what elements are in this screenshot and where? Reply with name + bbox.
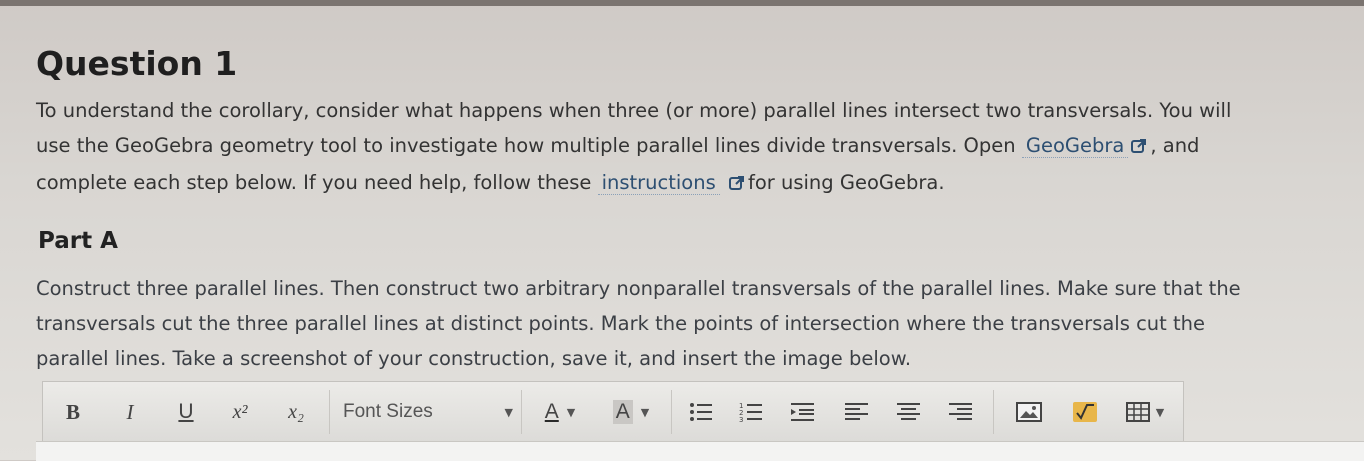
background-color-button[interactable]: A ▼ bbox=[603, 382, 659, 442]
part-a-title: Part A bbox=[38, 228, 118, 254]
intro-line-2: use the GeoGebra geometry tool to invest… bbox=[36, 134, 1016, 157]
toolbar-separator bbox=[671, 390, 672, 434]
instructions-link[interactable]: instructions bbox=[597, 171, 720, 195]
intro-line-1: To understand the corollary, consider wh… bbox=[36, 99, 1232, 122]
question-title: Question 1 bbox=[36, 44, 238, 83]
font-color-label: A bbox=[544, 400, 559, 423]
bold-button[interactable]: B bbox=[57, 382, 89, 442]
background-color-label: A bbox=[612, 400, 633, 424]
external-link-icon[interactable] bbox=[728, 167, 745, 202]
external-link-icon[interactable] bbox=[1131, 130, 1147, 165]
intro-line-3: complete each step below. If you need he… bbox=[36, 171, 592, 194]
chevron-down-icon: ▼ bbox=[640, 405, 650, 419]
part-a-line-3: parallel lines. Take a screenshot of you… bbox=[36, 347, 912, 370]
font-color-button[interactable]: A ▼ bbox=[535, 382, 585, 442]
font-sizes-label: Font Sizes bbox=[343, 401, 433, 422]
answer-editor-area[interactable] bbox=[36, 441, 1364, 461]
dropdown-caret-icon: ▼ bbox=[1155, 405, 1165, 419]
toolbar-separator bbox=[993, 390, 994, 434]
bullet-list-icon[interactable] bbox=[683, 382, 719, 442]
italic-button[interactable]: I bbox=[115, 382, 145, 442]
question-intro: To understand the corollary, consider wh… bbox=[36, 93, 1336, 202]
numbered-list-icon[interactable]: 123 bbox=[733, 382, 769, 442]
part-a-line-2: transversals cut the three parallel line… bbox=[36, 312, 1206, 335]
align-left-icon[interactable] bbox=[839, 382, 875, 442]
toolbar-separator bbox=[521, 390, 522, 434]
table-icon[interactable]: ▼ bbox=[1119, 382, 1171, 442]
part-a-line-1: Construct three parallel lines. Then con… bbox=[36, 277, 1241, 300]
toolbar-separator bbox=[329, 390, 330, 434]
font-sizes-select[interactable]: Font Sizes ▼ bbox=[343, 382, 513, 442]
underline-button[interactable]: U bbox=[171, 382, 201, 442]
chevron-down-icon: ▼ bbox=[566, 405, 576, 419]
chevron-down-icon: ▼ bbox=[504, 405, 513, 419]
part-a-text: Construct three parallel lines. Then con… bbox=[36, 271, 1336, 376]
intro-line-3-end: for using GeoGebra. bbox=[747, 171, 945, 194]
align-center-icon[interactable] bbox=[891, 382, 927, 442]
geogebra-link[interactable]: GeoGebra bbox=[1021, 134, 1129, 158]
math-icon[interactable] bbox=[1065, 382, 1105, 442]
superscript-button[interactable]: x² bbox=[223, 382, 257, 442]
subscript-button[interactable]: x₂ bbox=[279, 382, 313, 442]
insert-image-icon[interactable] bbox=[1009, 382, 1049, 442]
svg-text:3: 3 bbox=[739, 416, 743, 423]
intro-line-2-end: , and bbox=[1150, 134, 1200, 157]
align-right-icon[interactable] bbox=[943, 382, 979, 442]
indent-icon[interactable] bbox=[785, 382, 821, 442]
editor-toolbar: B I U x² x₂ Font Sizes ▼ A ▼ A ▼ 123 ▼ bbox=[42, 381, 1184, 443]
